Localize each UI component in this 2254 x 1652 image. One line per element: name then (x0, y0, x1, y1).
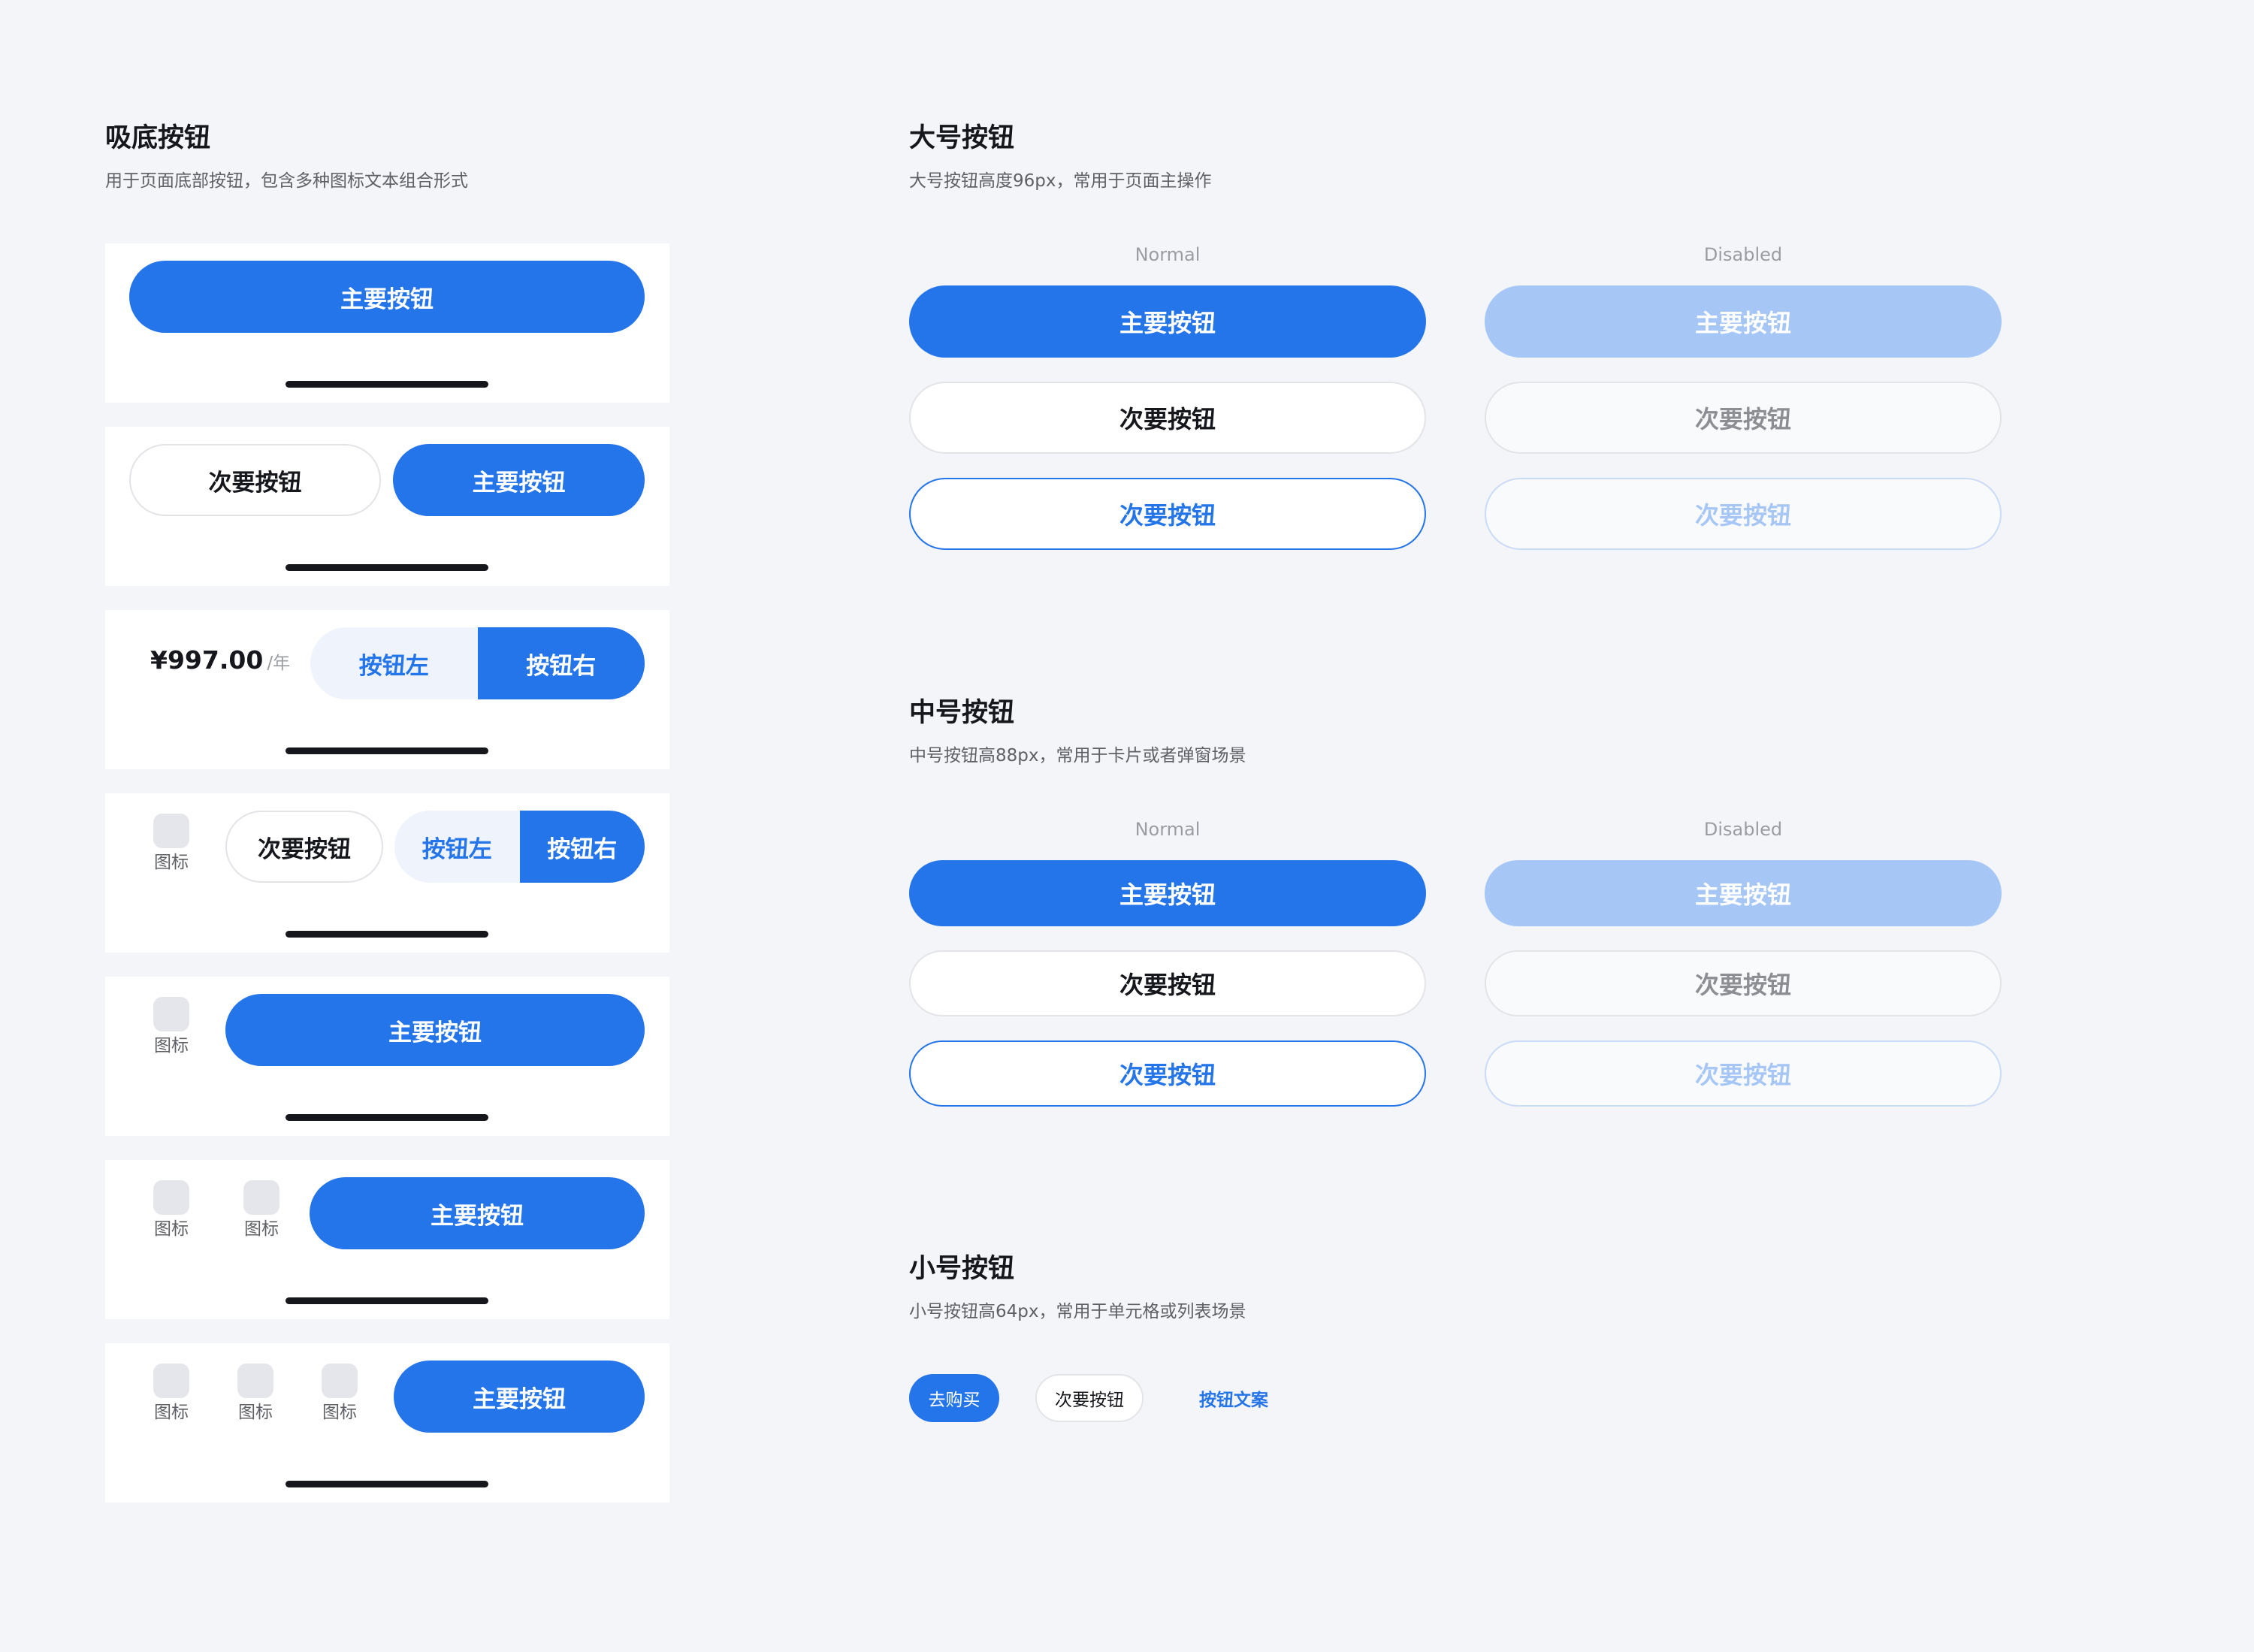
home-indicator (286, 381, 488, 388)
primary-button[interactable]: 主要按钮 (225, 994, 645, 1066)
large-secondary-button[interactable]: 次要按钮 (909, 382, 1426, 454)
primary-button[interactable]: 主要按钮 (310, 1177, 645, 1249)
secondary-button[interactable]: 次要按钮 (129, 444, 381, 516)
sticky-section-title: 吸底按钮 (105, 123, 211, 153)
disabled-column-label: Disabled (1703, 244, 1783, 265)
segmented-button: 按钮左 按钮右 (310, 627, 645, 699)
primary-button[interactable]: 主要按钮 (394, 1361, 645, 1433)
primary-button[interactable]: 主要按钮 (129, 261, 645, 333)
placeholder-icon[interactable] (237, 1364, 273, 1398)
small-secondary-button[interactable]: 次要按钮 (1035, 1374, 1144, 1422)
disabled-column-label: Disabled (1703, 819, 1783, 840)
segment-right-button[interactable]: 按钮右 (477, 627, 645, 699)
large-outline-button-disabled: 次要按钮 (1485, 478, 2002, 550)
large-outline-button[interactable]: 次要按钮 (909, 478, 1426, 550)
medium-outline-button-disabled: 次要按钮 (1485, 1040, 2002, 1107)
icon-label: 图标 (154, 1219, 189, 1239)
home-indicator (286, 747, 488, 754)
price-unit: /年 (267, 654, 291, 673)
home-indicator (286, 1297, 488, 1304)
segment-left-button[interactable]: 按钮左 (310, 627, 478, 699)
medium-primary-button[interactable]: 主要按钮 (909, 860, 1426, 926)
placeholder-icon[interactable] (153, 814, 189, 848)
normal-column-label: Normal (1135, 244, 1201, 265)
sticky-card-two-buttons: 次要按钮 主要按钮 (105, 427, 669, 586)
medium-section-title: 中号按钮 (909, 698, 1015, 728)
secondary-button[interactable]: 次要按钮 (225, 811, 383, 883)
medium-section-desc: 中号按钮高88px，常用于卡片或者弹窗场景 (909, 746, 1246, 766)
segment-left-button[interactable]: 按钮左 (394, 811, 520, 883)
icon-label: 图标 (154, 1403, 189, 1422)
sticky-card-primary: 主要按钮 (105, 243, 669, 403)
segmented-button: 按钮左 按钮右 (394, 811, 645, 883)
segment-right-button[interactable]: 按钮右 (519, 811, 645, 883)
large-section-desc: 大号按钮高度96px，常用于页面主操作 (909, 171, 1212, 191)
sticky-card-icon-secondary-segment: 图标 次要按钮 按钮左 按钮右 (105, 793, 669, 953)
sticky-card-icon-primary: 图标 主要按钮 (105, 977, 669, 1136)
small-buy-button[interactable]: 去购买 (909, 1374, 999, 1422)
placeholder-icon[interactable] (243, 1180, 279, 1215)
home-indicator (286, 1481, 488, 1487)
medium-secondary-button-disabled: 次要按钮 (1485, 950, 2002, 1016)
placeholder-icon[interactable] (153, 997, 189, 1031)
medium-primary-button-disabled: 主要按钮 (1485, 860, 2002, 926)
sticky-card-price: ¥997.00 /年 按钮左 按钮右 (105, 610, 669, 769)
sticky-section-desc: 用于页面底部按钮，包含多种图标文本组合形式 (105, 171, 468, 191)
price-value: ¥997.00 (150, 645, 264, 675)
placeholder-icon[interactable] (153, 1364, 189, 1398)
icon-label: 图标 (154, 853, 189, 872)
placeholder-icon[interactable] (322, 1364, 358, 1398)
sticky-card-three-icons-primary: 图标 图标 图标 主要按钮 (105, 1343, 669, 1503)
small-section-title: 小号按钮 (909, 1254, 1015, 1284)
icon-label: 图标 (154, 1036, 189, 1056)
medium-outline-button[interactable]: 次要按钮 (909, 1040, 1426, 1107)
large-primary-button-disabled: 主要按钮 (1485, 285, 2002, 358)
home-indicator (286, 931, 488, 938)
home-indicator (286, 1114, 488, 1121)
large-secondary-button-disabled: 次要按钮 (1485, 382, 2002, 454)
placeholder-icon[interactable] (153, 1180, 189, 1215)
small-text-button[interactable]: 按钮文案 (1180, 1374, 1288, 1422)
large-primary-button[interactable]: 主要按钮 (909, 285, 1426, 358)
icon-label: 图标 (238, 1403, 273, 1422)
sticky-card-two-icons-primary: 图标 图标 主要按钮 (105, 1160, 669, 1319)
primary-button[interactable]: 主要按钮 (393, 444, 645, 516)
normal-column-label: Normal (1135, 819, 1201, 840)
icon-label: 图标 (244, 1219, 279, 1239)
icon-label: 图标 (322, 1403, 357, 1422)
home-indicator (286, 564, 488, 571)
large-section-title: 大号按钮 (909, 123, 1015, 153)
medium-secondary-button[interactable]: 次要按钮 (909, 950, 1426, 1016)
small-section-desc: 小号按钮高64px，常用于单元格或列表场景 (909, 1302, 1246, 1321)
price-block: ¥997.00 /年 (150, 645, 290, 675)
